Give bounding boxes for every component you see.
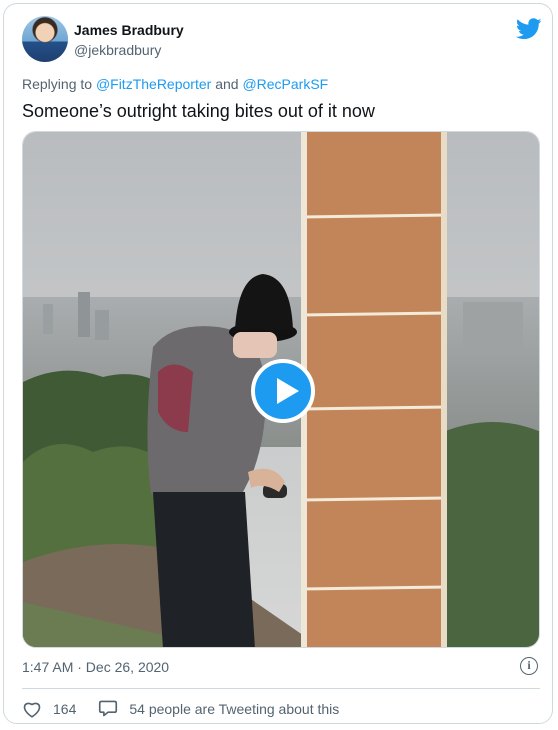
twitter-bird-icon[interactable] [516, 18, 542, 40]
reply-prefix: Replying to [22, 76, 93, 92]
author-handle[interactable]: @jekbradbury [74, 42, 161, 58]
tweet-text: Someone’s outright taking bites out of i… [22, 101, 375, 121]
divider [22, 688, 540, 689]
conversation-text: 54 people are Tweeting about this [129, 700, 340, 717]
play-button[interactable] [251, 359, 315, 423]
like-count: 164 [53, 700, 77, 717]
author-name[interactable]: James Bradbury [74, 22, 184, 38]
mention-link-fitz[interactable]: @FitzTheReporter [96, 76, 211, 92]
reply-conjunction: and [215, 76, 239, 92]
tweet-actions: 164 54 people are Tweeting about this [22, 699, 361, 718]
like-button[interactable]: 164 [22, 700, 76, 718]
speech-bubble-icon [99, 700, 118, 717]
info-icon[interactable]: i [520, 657, 538, 675]
video-thumbnail[interactable] [22, 131, 540, 648]
reply-context: Replying to @FitzTheReporter and @RecPar… [22, 76, 328, 92]
mention-link-recpark[interactable]: @RecParkSF [242, 76, 328, 92]
avatar[interactable] [22, 16, 68, 62]
heart-icon [23, 702, 41, 718]
conversation-button[interactable]: 54 people are Tweeting about this [98, 699, 339, 718]
tweet-timestamp[interactable]: 1:47 AM · Dec 26, 2020 [22, 659, 169, 675]
tweet-card[interactable]: James Bradbury @jekbradbury Replying to … [3, 3, 553, 724]
